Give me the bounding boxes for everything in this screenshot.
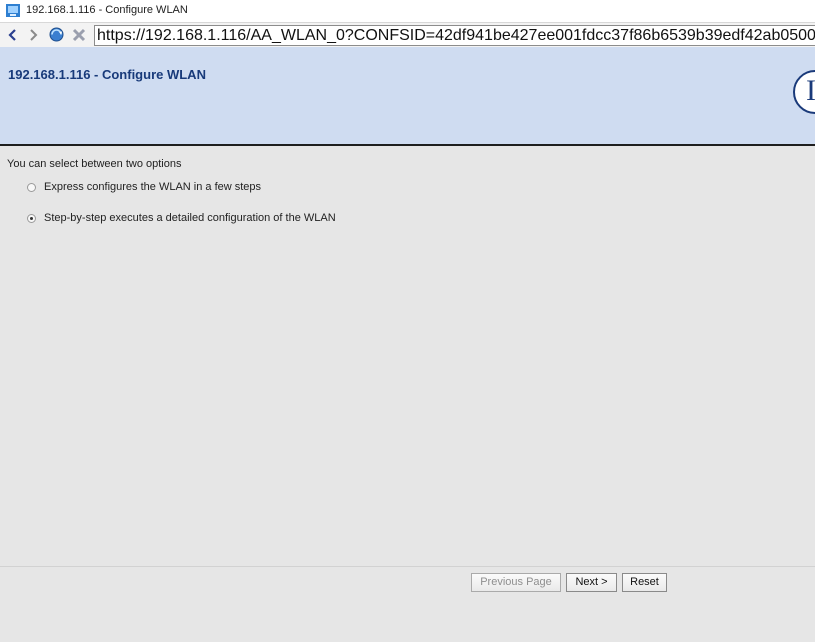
intro-text: You can select between two options bbox=[7, 158, 182, 170]
page-header: 192.168.1.116 - Configure WLAN bbox=[0, 47, 815, 144]
address-bar-url: https://192.168.1.116/AA_WLAN_0?CONFSID=… bbox=[97, 27, 815, 44]
stop-x-icon[interactable] bbox=[70, 26, 87, 43]
option-express[interactable]: Express configures the WLAN in a few ste… bbox=[27, 181, 261, 193]
step-by-step-radio[interactable] bbox=[27, 213, 36, 223]
next-label: Next > bbox=[575, 576, 608, 588]
previous-page-button[interactable]: Previous Page bbox=[471, 573, 561, 592]
window-titlebar: 192.168.1.116 - Configure WLAN bbox=[0, 0, 815, 22]
window-title: 192.168.1.116 - Configure WLAN bbox=[26, 4, 188, 16]
chevron-left-icon[interactable] bbox=[4, 26, 21, 43]
option-step-by-step[interactable]: Step-by-step executes a detailed configu… bbox=[27, 212, 336, 224]
browser-toolbar: https://192.168.1.116/AA_WLAN_0?CONFSID=… bbox=[0, 22, 815, 48]
address-bar[interactable]: https://192.168.1.116/AA_WLAN_0?CONFSID=… bbox=[94, 25, 815, 46]
app-icon bbox=[6, 4, 20, 17]
refresh-globe-icon[interactable] bbox=[48, 26, 65, 43]
previous-page-label: Previous Page bbox=[480, 576, 552, 588]
chevron-right-icon[interactable] bbox=[24, 26, 41, 43]
next-button[interactable]: Next > bbox=[566, 573, 617, 592]
main-content: You can select between two options Expre… bbox=[0, 146, 815, 566]
express-label: Express configures the WLAN in a few ste… bbox=[44, 181, 262, 193]
page-title: 192.168.1.116 - Configure WLAN bbox=[8, 67, 206, 82]
reset-label: Reset bbox=[630, 576, 659, 588]
reset-button[interactable]: Reset bbox=[622, 573, 667, 592]
step-by-step-label: Step-by-step executes a detailed configu… bbox=[44, 212, 336, 224]
express-radio[interactable] bbox=[27, 182, 36, 192]
button-bar: Previous Page Next > Reset bbox=[0, 567, 815, 642]
